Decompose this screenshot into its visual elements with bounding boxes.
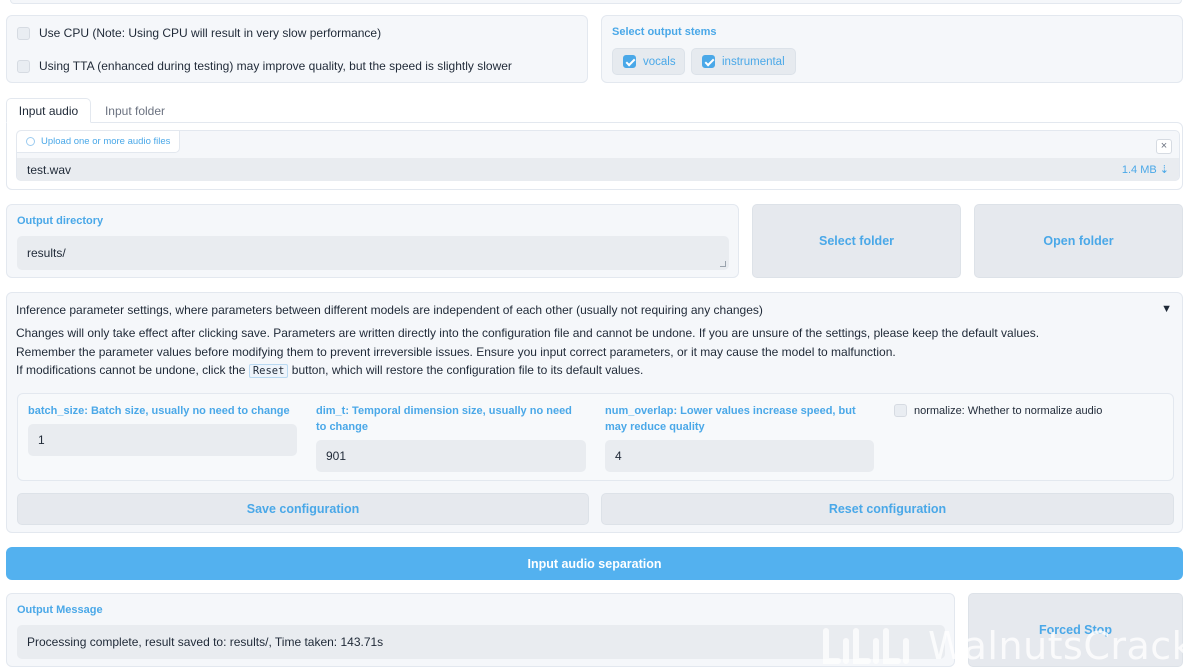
output-directory-value: results/ [27, 246, 66, 260]
tab-input-audio[interactable]: Input audio [6, 98, 91, 123]
stem-selection-panel: Select output stems vocals instrumental [601, 15, 1183, 83]
inference-note-line-1: Changes will only take effect after clic… [16, 326, 1040, 340]
select-folder-label: Select folder [818, 234, 895, 248]
bilibili-logo [818, 625, 926, 667]
parameter-grid: batch_size: Batch size, usually no need … [17, 393, 1174, 481]
download-icon: ⇣ [1159, 164, 1169, 176]
use-tta-option[interactable]: Using TTA (enhanced during testing) may … [17, 59, 512, 73]
dim-t-input[interactable]: 901 [316, 440, 586, 472]
file-size[interactable]: 1.4 MB ⇣ [1122, 163, 1169, 176]
file-size-value: 1.4 MB [1121, 164, 1157, 176]
watermark-text: WalnutsCracker [928, 624, 1192, 668]
upload-panel: Upload one or more audio files × test.wa… [6, 122, 1183, 190]
vocals-checkbox[interactable] [623, 55, 636, 68]
close-icon: × [1160, 140, 1168, 152]
use-cpu-checkbox[interactable] [17, 26, 30, 40]
output-message-box[interactable]: Processing complete, result saved to: re… [17, 625, 945, 659]
output-message-panel: Output Message Processing complete, resu… [6, 593, 955, 667]
output-directory-input[interactable]: results/ [17, 236, 729, 270]
tab-input-folder-label: Input folder [104, 103, 166, 118]
file-name: test.wav [27, 163, 72, 177]
use-cpu-option[interactable]: Use CPU (Note: Using CPU will result in … [17, 26, 381, 40]
normalize-checkbox[interactable] [894, 404, 907, 417]
batch-size-label: batch_size: Batch size, usually no need … [28, 405, 290, 417]
top-edge-strip [10, 0, 1182, 4]
inference-settings-header[interactable]: Inference parameter settings, where para… [7, 293, 1182, 325]
clear-upload-button[interactable]: × [1156, 139, 1172, 154]
num-overlap-value: 4 [615, 449, 622, 463]
dim-t-value: 901 [326, 449, 347, 463]
open-folder-button[interactable]: Open folder [974, 204, 1183, 278]
batch-size-input[interactable]: 1 [28, 424, 297, 456]
inference-settings-panel: Inference parameter settings, where para… [6, 292, 1183, 533]
note-line-3-pre: If modifications cannot be undone, click… [16, 363, 246, 377]
save-configuration-button[interactable]: Save configuration [17, 493, 589, 525]
normalize-option[interactable]: normalize: Whether to normalize audio [894, 404, 1102, 417]
batch-size-value: 1 [38, 433, 45, 447]
instrumental-label: instrumental [722, 55, 785, 68]
inference-note-line-2: Remember the parameter values before mod… [16, 345, 896, 359]
upload-label: Upload one or more audio files [41, 136, 171, 147]
inference-note-line-3: If modifications cannot be undone, click… [16, 363, 644, 378]
use-cpu-label: Use CPU (Note: Using CPU will result in … [39, 26, 382, 40]
processing-options-panel: Use CPU (Note: Using CPU will result in … [6, 15, 588, 83]
output-directory-panel: Output directory results/ [6, 204, 739, 278]
collapse-toggle-icon[interactable]: ▼ [1161, 303, 1172, 315]
instrumental-checkbox[interactable] [702, 55, 715, 68]
inference-settings-title: Inference parameter settings, where para… [16, 303, 763, 317]
open-folder-label: Open folder [1043, 234, 1114, 248]
reset-code-chip: Reset [248, 364, 289, 378]
reset-configuration-button[interactable]: Reset configuration [601, 493, 1174, 525]
upload-label-chip: Upload one or more audio files [17, 131, 181, 153]
dim-t-label: dim_t: Temporal dimension size, usually … [316, 405, 572, 433]
tab-input-folder[interactable]: Input folder [96, 98, 174, 123]
stems-label: Select output stems [612, 26, 717, 38]
stem-vocals[interactable]: vocals [612, 48, 685, 75]
input-audio-separation-label: Input audio separation [527, 556, 662, 571]
uploaded-file-row[interactable]: test.wav 1.4 MB ⇣ [17, 158, 1179, 181]
upload-box[interactable]: Upload one or more audio files × test.wa… [16, 130, 1180, 181]
resize-handle-icon [720, 261, 726, 267]
output-message-label: Output Message [17, 604, 103, 616]
reset-configuration-label: Reset configuration [828, 502, 947, 516]
num-overlap-input[interactable]: 4 [605, 440, 874, 472]
stem-instrumental[interactable]: instrumental [691, 48, 796, 75]
vocals-label: vocals [643, 55, 676, 68]
output-directory-label: Output directory [17, 215, 104, 227]
upload-icon [26, 137, 35, 146]
save-configuration-label: Save configuration [246, 502, 360, 516]
input-audio-separation-button[interactable]: Input audio separation [6, 547, 1183, 580]
use-tta-label: Using TTA (enhanced during testing) may … [39, 59, 512, 73]
select-folder-button[interactable]: Select folder [752, 204, 961, 278]
use-tta-checkbox[interactable] [17, 59, 30, 73]
tab-input-audio-label: Input audio [18, 103, 79, 118]
normalize-label: normalize: Whether to normalize audio [914, 404, 1103, 417]
num-overlap-label: num_overlap: Lower values increase speed… [605, 405, 856, 433]
output-message-value: Processing complete, result saved to: re… [27, 635, 384, 649]
note-line-3-post: button, which will restore the configura… [291, 363, 644, 377]
